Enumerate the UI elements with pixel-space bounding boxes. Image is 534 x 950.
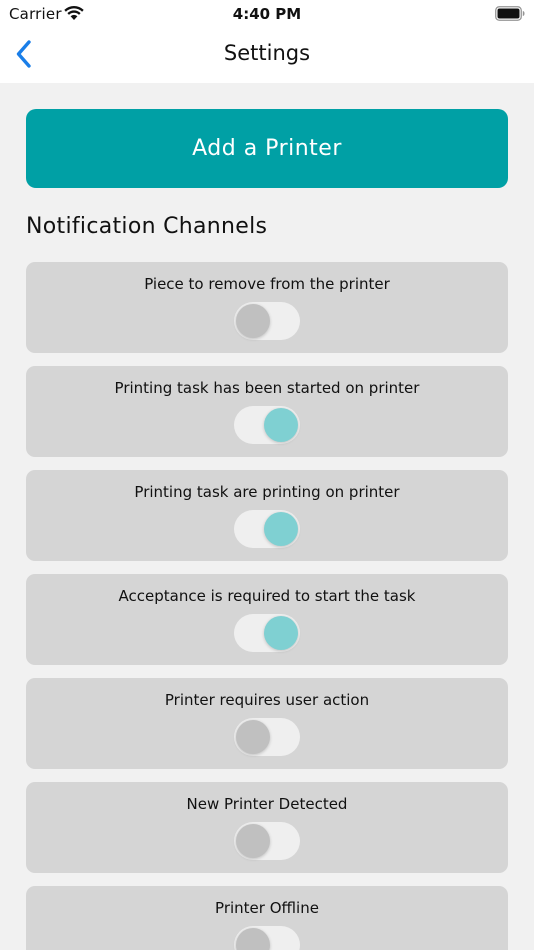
channel-toggle[interactable] (234, 302, 300, 340)
channel-card: Printer requires user action (26, 678, 508, 769)
channel-toggle[interactable] (234, 614, 300, 652)
toggle-knob (236, 304, 270, 338)
settings-content[interactable]: Add a Printer Notification Channels Piec… (0, 83, 534, 950)
channel-label: Printing task are printing on printer (134, 483, 400, 501)
channel-label: Printer Offline (215, 899, 319, 917)
toggle-knob (264, 616, 298, 650)
notification-channel-list: Piece to remove from the printer Printin… (26, 262, 508, 950)
channel-card: Printing task are printing on printer (26, 470, 508, 561)
channel-toggle[interactable] (234, 718, 300, 756)
toggle-knob (236, 928, 270, 950)
channel-card: Acceptance is required to start the task (26, 574, 508, 665)
channel-card: Printer Offline (26, 886, 508, 950)
channel-card: Printing task has been started on printe… (26, 366, 508, 457)
toggle-knob (264, 512, 298, 546)
channel-toggle[interactable] (234, 510, 300, 548)
toggle-knob (236, 720, 270, 754)
status-bar: Carrier 4:40 PM (0, 0, 534, 28)
clock-time: 4:40 PM (232, 5, 302, 23)
channel-label: Printer requires user action (164, 691, 370, 709)
toggle-knob (264, 408, 298, 442)
navigation-bar: Settings (0, 28, 534, 83)
section-title-notification-channels: Notification Channels (26, 214, 268, 239)
toggle-knob (236, 824, 270, 858)
channel-card: Piece to remove from the printer (26, 262, 508, 353)
add-printer-button[interactable]: Add a Printer (26, 109, 508, 188)
channel-toggle[interactable] (234, 926, 300, 950)
channel-label: Printing task has been started on printe… (114, 379, 420, 397)
channel-card: New Printer Detected (26, 782, 508, 873)
channel-label: Piece to remove from the printer (144, 275, 390, 293)
channel-toggle[interactable] (234, 822, 300, 860)
channel-label: New Printer Detected (186, 795, 348, 813)
channel-toggle[interactable] (234, 406, 300, 444)
page-title: Settings (223, 41, 311, 65)
channel-label: Acceptance is required to start the task (118, 587, 416, 605)
battery-icon (495, 6, 525, 21)
